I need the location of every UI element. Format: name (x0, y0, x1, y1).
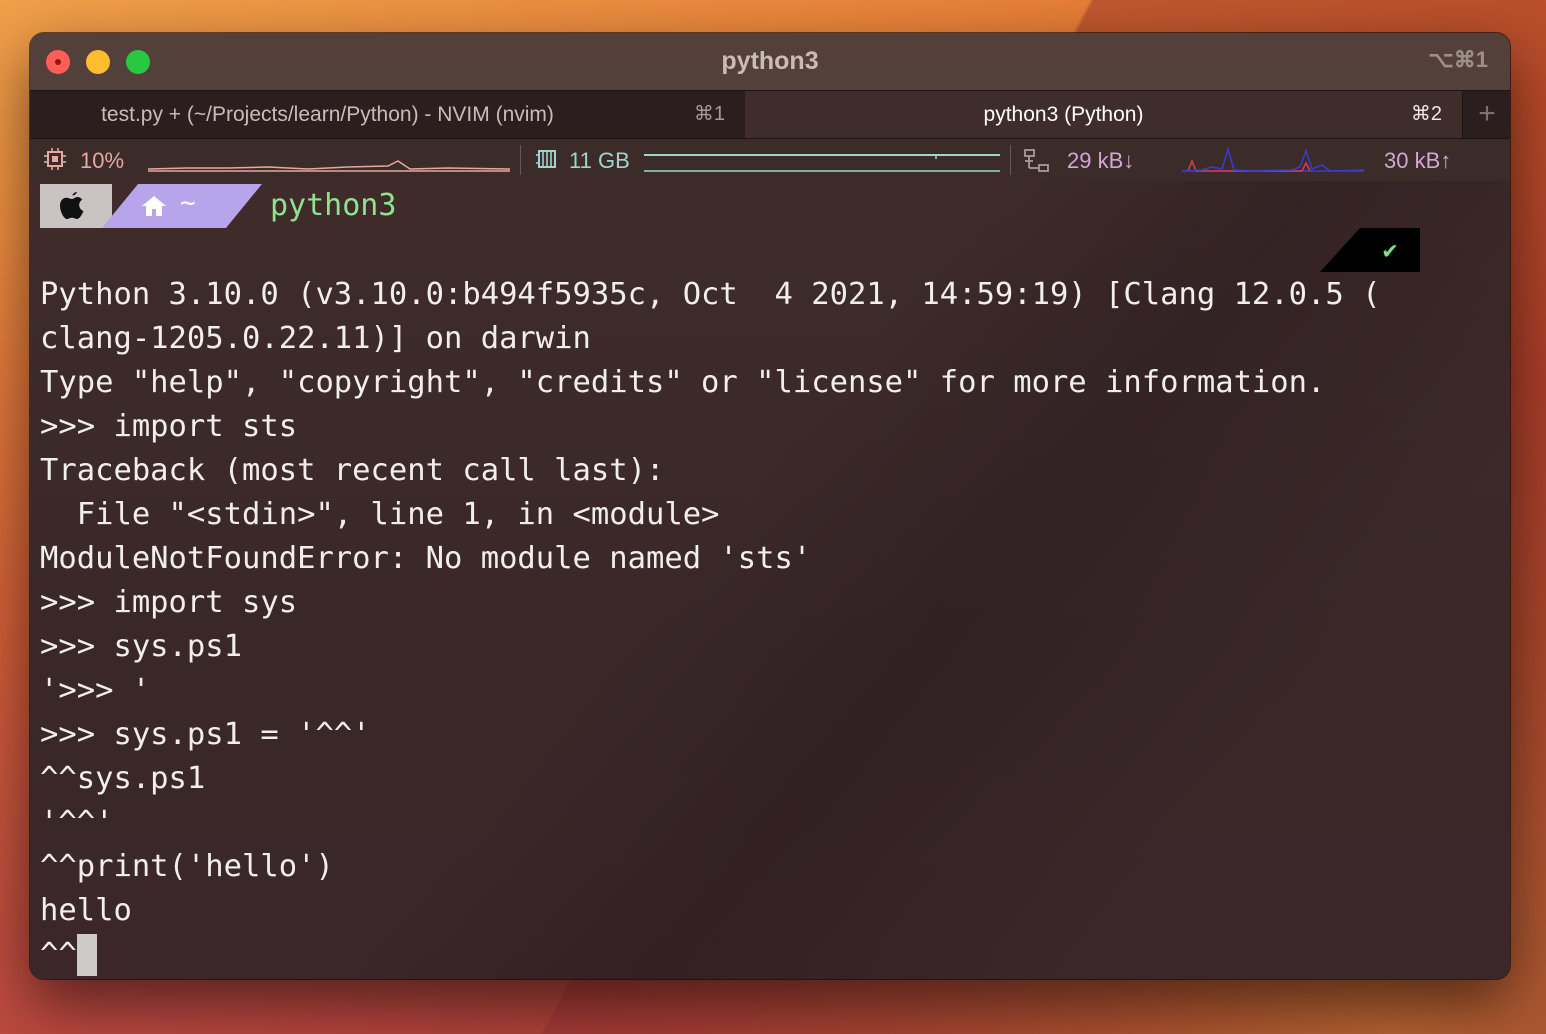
network-down: 29 kB↓ (1067, 148, 1135, 173)
output-line: ^^print('hello') (40, 849, 334, 884)
output-line: clang-1205.0.22.11)] on darwin (40, 321, 591, 356)
prompt-home-symbol: ~ (180, 188, 196, 218)
output-line: ^^sys.ps1 (40, 761, 206, 796)
window-shortcut: ⌥⌘1 (1428, 47, 1488, 72)
output-line: '>>> ' (40, 673, 151, 708)
window-title: python3 (721, 47, 819, 75)
memory-usage: 11 GB (569, 148, 630, 173)
network-graph (1182, 146, 1364, 172)
output-line: >>> import sys (40, 585, 298, 620)
exit-status-segment: ✔ (1320, 228, 1420, 272)
input-line[interactable]: ^^ (40, 933, 1380, 977)
output-line: Traceback (most recent call last): (40, 453, 665, 488)
output-line: >>> sys.ps1 = '^^' (40, 717, 371, 752)
output-line: hello (40, 893, 132, 928)
output-line: >>> sys.ps1 (40, 629, 242, 664)
apple-icon (60, 192, 84, 219)
title-bar[interactable]: python3 ⌥⌘1 (30, 33, 1510, 90)
output-line: File "<stdin>", line 1, in <module> (40, 497, 720, 532)
check-icon: ✔ (1360, 228, 1420, 272)
network-up: 30 kB↑ (1384, 148, 1452, 173)
tab-python3[interactable]: python3 (Python) ⌘2 (745, 91, 1462, 138)
tab-bar: test.py + (~/Projects/learn/Python) - NV… (30, 90, 1510, 139)
tab-label: python3 (Python) (983, 103, 1144, 126)
output-line: >>> import sts (40, 409, 298, 444)
tab-nvim[interactable]: test.py + (~/Projects/learn/Python) - NV… (30, 91, 745, 138)
cpu-graph (148, 160, 510, 172)
prompt-os-segment (40, 184, 112, 228)
tab-shortcut: ⌘2 (1410, 103, 1442, 125)
tab-label: test.py + (~/Projects/learn/Python) - NV… (101, 103, 554, 126)
terminal-window: python3 ⌥⌘1 test.py + (~/Projects/learn/… (30, 33, 1510, 979)
new-tab-button[interactable]: + (1462, 91, 1510, 138)
terminal-output: Python 3.10.0 (v3.10.0:b494f5935c, Oct 4… (40, 273, 1380, 977)
prompt-path: python3 (270, 188, 397, 223)
memory-graph (644, 154, 1000, 172)
output-line: Type "help", "copyright", "credits" or "… (40, 365, 1326, 400)
memory-icon (536, 150, 556, 168)
network-icon (1024, 149, 1049, 172)
output-line: '^^' (40, 805, 114, 840)
text-cursor (76, 934, 97, 976)
cpu-icon (44, 148, 66, 170)
output-line: ModuleNotFoundError: No module named 'st… (40, 541, 812, 576)
home-icon (142, 196, 166, 216)
cpu-usage: 10% (80, 148, 125, 173)
current-prompt: ^^ (40, 937, 77, 972)
terminal-content[interactable]: ~ python3 ✔ Python 3.10.0 (v3.10.0:b494f… (30, 181, 1510, 979)
status-bar: 10% 11 GB 29 kB↓ 30 kB↑ (30, 139, 1510, 181)
output-line: Python 3.10.0 (v3.10.0:b494f5935c, Oct 4… (40, 277, 1381, 312)
